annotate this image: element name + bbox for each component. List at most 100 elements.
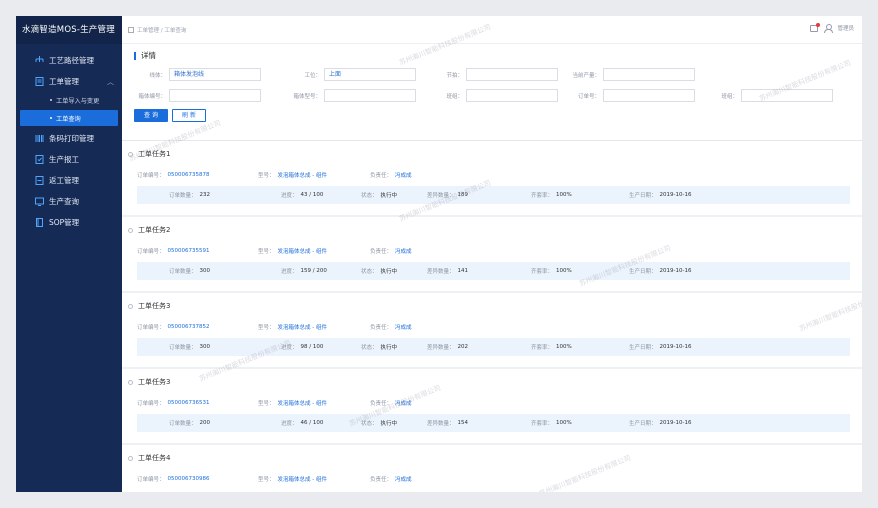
menu-icon[interactable] (128, 26, 134, 33)
stat-value: 2019-10-16 (659, 192, 692, 198)
field-label: 工位： (304, 72, 321, 79)
task-title: 工单任务3 (128, 377, 850, 387)
sidebar-item-label: 返工管理 (49, 176, 79, 185)
sidebar-item-rework[interactable]: 返工管理 (16, 170, 122, 191)
stat-date: 生产日期： 2019-10-16 (629, 343, 691, 351)
bullet-icon (50, 117, 52, 119)
stat-date: 生产日期： 2019-10-16 (629, 419, 691, 427)
stat-value: 100% (556, 344, 572, 350)
app-window: 水滴智造MOS-生产管理 工艺路径管理 工单管理 ︿ 工单导入与变更 工单查询 … (16, 16, 862, 492)
sidebar-item-orders[interactable]: 工单管理 ︿ (16, 71, 122, 92)
notification-badge (816, 22, 821, 27)
order-no: 订单编号： 050006737852 (137, 323, 258, 331)
sidebar-item-barcode[interactable]: 条码打印管理 (16, 128, 122, 149)
box-model-input[interactable] (324, 89, 416, 102)
task-card[interactable]: 工单任务2 订单编号： 050006735591 型号： 发泡箱体总成 - 组件 负责任：… (122, 217, 862, 293)
team2-input[interactable] (741, 89, 833, 102)
task-stats: 订单数量： 232 进度： 43 / 100 状态： 执行中 差异数量： 189 齐套率： 100… (137, 186, 850, 204)
stat-value: 98 / 100 (300, 344, 324, 350)
sidebar: 水滴智造MOS-生产管理 工艺路径管理 工单管理 ︿ 工单导入与变更 工单查询 … (16, 16, 122, 492)
sidebar-item-label: 生产报工 (49, 155, 79, 164)
rework-icon (34, 176, 44, 186)
task-title: 工单任务4 (128, 453, 850, 463)
line-input[interactable]: 箱体发泡线 (169, 68, 261, 81)
field-box-no: 箱体编号： (134, 89, 276, 102)
order-no-input[interactable] (603, 89, 695, 102)
radio-icon[interactable] (128, 455, 133, 461)
task-card[interactable]: 工单任务1 订单编号： 050006735878 型号： 发泡箱体总成 - 组件 负责任：… (122, 141, 862, 217)
owner: 负责任： 冯成成 (370, 171, 412, 179)
radio-icon[interactable] (128, 227, 133, 233)
radio-icon[interactable] (128, 303, 133, 309)
stat-diff: 差异数量： 154 (427, 419, 519, 427)
sidebar-item-label: 工艺路径管理 (49, 56, 94, 65)
order-no-value[interactable]: 050006735591 (168, 248, 210, 254)
order-no-value[interactable]: 050006735878 (168, 172, 210, 178)
sidebar-item-sop[interactable]: SOP管理 (16, 212, 122, 233)
radio-icon[interactable] (128, 379, 133, 385)
sidebar-subitem-label: 工单查询 (56, 115, 81, 123)
field-box-model: 箱体型号： (276, 89, 418, 102)
query-button[interactable]: 查 询 (134, 109, 168, 122)
order-no-value[interactable]: 050006737852 (168, 324, 210, 330)
monitor-icon (34, 197, 44, 207)
team-input[interactable] (466, 89, 558, 102)
stat-progress: 进度： 98 / 100 (247, 343, 337, 351)
order-no: 订单编号： 050006736531 (137, 399, 258, 407)
title-accent (134, 51, 136, 60)
book-icon (34, 218, 44, 228)
refresh-button[interactable]: 刷 新 (172, 109, 206, 122)
stat-label: 差异数量： (427, 421, 455, 427)
takt-input[interactable] (466, 68, 558, 81)
owner-value: 冯成成 (395, 173, 412, 179)
order-no-value[interactable]: 050006736531 (168, 400, 210, 406)
stat-label: 齐套率： (531, 269, 554, 275)
radio-icon[interactable] (128, 151, 133, 157)
stat-qty: 订单数量： 300 (137, 267, 247, 275)
task-card[interactable]: 工单任务3 订单编号： 050006736531 型号： 发泡箱体总成 - 组件 负责任：… (122, 369, 862, 445)
user-name[interactable]: 管理员 (837, 24, 854, 32)
task-title: 工单任务2 (128, 225, 850, 235)
message-icon[interactable] (810, 22, 821, 32)
box-no-input[interactable] (169, 89, 261, 102)
task-card[interactable]: 工单任务4 订单编号： 050006730986 型号： 发泡箱体总成 - 组件 负责任：… (122, 445, 862, 492)
task-meta: 订单编号： 050006737852 型号： 发泡箱体总成 - 组件 负责任： 冯成成 (137, 323, 850, 331)
sidebar-item-report[interactable]: 生产报工 (16, 149, 122, 170)
order-no: 订单编号： 050006730986 (137, 475, 258, 483)
meta-label: 订单编号： (137, 401, 165, 407)
task-title-text: 工单任务4 (138, 454, 171, 462)
stat-value: 159 / 200 (300, 268, 327, 274)
sidebar-item-production-query[interactable]: 生产查询 (16, 191, 122, 212)
stat-value: 2019-10-16 (659, 268, 692, 274)
order-no-value[interactable]: 050006730986 (168, 476, 210, 482)
stat-rate: 齐套率： 100% (519, 419, 629, 427)
stat-label: 齐套率： (531, 421, 554, 427)
task-card[interactable]: 工单任务3 订单编号： 050006737852 型号： 发泡箱体总成 - 组件 负责任：… (122, 293, 862, 369)
sidebar-subitem-query[interactable]: 工单查询 (20, 110, 118, 126)
sidebar-item-route[interactable]: 工艺路径管理 (16, 50, 122, 71)
output-input[interactable] (603, 68, 695, 81)
stat-value: 2019-10-16 (659, 420, 692, 426)
field-label: 班组： (446, 93, 463, 100)
task-meta: 订单编号： 050006735591 型号： 发泡箱体总成 - 组件 负责任： 冯成成 (137, 247, 850, 255)
stat-qty: 订单数量： 232 (137, 191, 247, 199)
owner: 负责任： 冯成成 (370, 247, 412, 255)
stat-label: 齐套率： (531, 345, 554, 351)
stat-status: 状态： 执行中 (337, 267, 427, 275)
station-input[interactable]: 上面 (324, 68, 416, 81)
field-output: 当前产量： (560, 68, 695, 81)
stat-value: 300 (199, 268, 211, 274)
field-label: 订单号： (577, 93, 600, 100)
stat-label: 订单数量： (169, 269, 197, 275)
stat-rate: 齐套率： 100% (519, 267, 629, 275)
model-value: 发泡箱体总成 - 组件 (277, 477, 327, 483)
user-icon[interactable] (824, 24, 834, 33)
meta-label: 型号： (258, 173, 275, 179)
task-list: 工单任务1 订单编号： 050006735878 型号： 发泡箱体总成 - 组件 负责任：… (122, 141, 862, 492)
sidebar-subitem-import[interactable]: 工单导入与变更 (16, 92, 122, 108)
task-title: 工单任务1 (128, 149, 850, 159)
stat-status: 状态： 执行中 (337, 191, 427, 199)
stat-value: 执行中 (380, 269, 398, 275)
stat-label: 进度： (281, 193, 298, 199)
field-station: 工位： 上面 (276, 68, 418, 81)
